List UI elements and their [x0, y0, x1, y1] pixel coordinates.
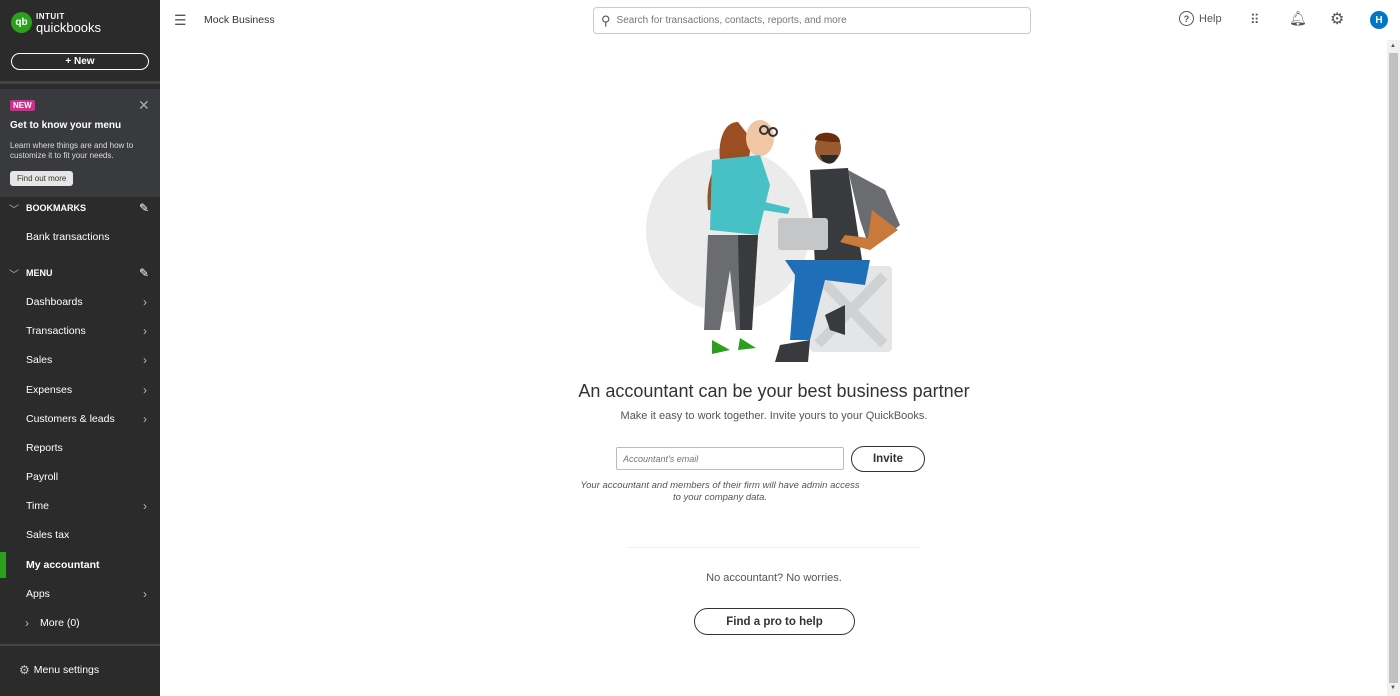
chevron-right-icon: ›	[143, 587, 147, 601]
sidebar-item-sales-tax[interactable]: Sales tax	[0, 522, 160, 548]
bookmarks-label: BOOKMARKS	[26, 203, 86, 213]
help-label: Help	[1199, 12, 1222, 25]
quickbooks-logo[interactable]: qb INTUIT quickbooks	[11, 12, 102, 35]
promo-description: Learn where things are and how to custom…	[10, 141, 134, 160]
sidebar-item-label: Sales tax	[26, 529, 70, 541]
quickbooks-wordmark: quickbooks	[36, 20, 102, 35]
sidebar-item-reports[interactable]: Reports	[0, 435, 160, 461]
promo-title: Get to know your menu	[10, 120, 122, 131]
qb-logo-icon: qb	[11, 12, 32, 33]
chevron-right-icon: ›	[143, 412, 147, 426]
collapse-menu-icon[interactable]: ☰	[174, 12, 187, 29]
admin-access-note: Your accountant and members of their fir…	[580, 480, 860, 503]
sidebar-item-label: Dashboards	[26, 296, 83, 308]
menu-settings-button[interactable]: ⚙ Menu settings	[19, 663, 99, 677]
sidebar-item-expenses[interactable]: Expenses ›	[0, 377, 160, 403]
find-a-pro-button[interactable]: Find a pro to help	[694, 608, 855, 635]
scroll-down-icon[interactable]: ▼	[1390, 685, 1396, 691]
sidebar-item-label: Reports	[26, 442, 63, 454]
accountant-illustration	[646, 120, 900, 362]
scrollbar[interactable]: ▲ ▼	[1387, 40, 1400, 696]
woman-face	[746, 120, 774, 156]
new-badge: NEW	[10, 100, 35, 111]
find-out-more-button[interactable]: Find out more	[10, 171, 74, 186]
sidebar-item-apps[interactable]: Apps ›	[0, 581, 160, 607]
gear-icon: ⚙	[19, 663, 30, 677]
sidebar-item-time[interactable]: Time ›	[0, 493, 160, 519]
chevron-right-icon: ›	[143, 324, 147, 338]
sidebar-item-label: My accountant	[26, 559, 100, 571]
sidebar-item-label: Customers & leads	[26, 413, 115, 425]
search-bar[interactable]: ⚲	[593, 7, 1031, 34]
bookmark-label: Bank transactions	[26, 231, 110, 243]
page-subheading: Make it easy to work together. Invite yo…	[620, 410, 928, 422]
search-input[interactable]	[616, 15, 1017, 26]
gear-icon[interactable]: ⚙	[1330, 9, 1344, 29]
sidebar-item-sales[interactable]: Sales ›	[0, 347, 160, 373]
new-button[interactable]: + New	[11, 53, 149, 70]
sidebar-item-my-accountant[interactable]: My accountant	[0, 552, 160, 578]
no-accountant-text: No accountant? No worries.	[706, 572, 842, 584]
laptop	[778, 218, 828, 250]
edit-menu-icon[interactable]: ✎	[139, 266, 149, 280]
sidebar-item-label: Payroll	[26, 471, 59, 483]
sidebar: qb INTUIT quickbooks + New NEW ✕ Get to …	[0, 0, 160, 696]
chevron-right-icon: ›	[143, 295, 147, 309]
menu-header[interactable]: ﹀ MENU ✎	[0, 263, 160, 283]
avatar[interactable]: H	[1370, 11, 1388, 29]
bookmark-item-bank-transactions[interactable]: Bank transactions	[0, 224, 160, 250]
apps-grid-icon[interactable]: ⠿	[1250, 12, 1260, 28]
menu-label: MENU	[26, 268, 53, 278]
sidebar-item-label: Time	[26, 500, 49, 512]
page-heading: An accountant can be your best business …	[578, 381, 970, 401]
bookmarks-header[interactable]: ﹀ BOOKMARKS ✎	[0, 198, 160, 218]
search-icon: ⚲	[601, 12, 611, 28]
help-button[interactable]: ? Help	[1179, 11, 1222, 26]
woman-shoes	[712, 338, 756, 354]
help-icon: ?	[1179, 11, 1194, 26]
edit-bookmarks-icon[interactable]: ✎	[139, 201, 149, 215]
sidebar-item-customers-leads[interactable]: Customers & leads ›	[0, 406, 160, 432]
chevron-right-icon: ›	[143, 353, 147, 367]
top-bar: ☰ Mock Business ⚲ ? Help ⠿ 🔔︎ ⚙ H	[160, 0, 1400, 40]
active-indicator	[0, 552, 6, 578]
sidebar-item-label: Apps	[26, 588, 50, 600]
sidebar-item-label: Transactions	[26, 325, 86, 337]
chevron-right-icon: ›	[143, 499, 147, 513]
divider	[0, 81, 160, 84]
chevron-down-icon: ﹀	[9, 269, 19, 281]
sidebar-item-more[interactable]: › More (0)	[0, 610, 160, 636]
chevron-down-icon: ﹀	[9, 204, 19, 216]
sidebar-item-transactions[interactable]: Transactions ›	[0, 318, 160, 344]
promo-card: NEW ✕ Get to know your menu Learn where …	[0, 89, 160, 197]
invite-button[interactable]: Invite	[851, 446, 925, 472]
chevron-right-icon: ›	[25, 616, 29, 630]
menu-settings-label: Menu settings	[33, 664, 100, 676]
sidebar-item-label: More (0)	[40, 617, 80, 629]
scroll-up-icon[interactable]: ▲	[1390, 43, 1396, 49]
scrollbar-thumb[interactable]	[1389, 53, 1398, 683]
chevron-right-icon: ›	[143, 383, 147, 397]
business-name: Mock Business	[204, 14, 275, 26]
bell-icon[interactable]: 🔔︎	[1289, 10, 1307, 27]
sidebar-item-label: Sales	[26, 354, 53, 366]
sidebar-item-dashboards[interactable]: Dashboards ›	[0, 289, 160, 315]
divider	[0, 644, 160, 646]
sidebar-item-label: Expenses	[26, 384, 73, 396]
sidebar-item-payroll[interactable]: Payroll	[0, 464, 160, 490]
accountant-email-input[interactable]	[616, 447, 844, 470]
divider	[628, 547, 920, 548]
close-icon[interactable]: ✕	[138, 97, 150, 114]
